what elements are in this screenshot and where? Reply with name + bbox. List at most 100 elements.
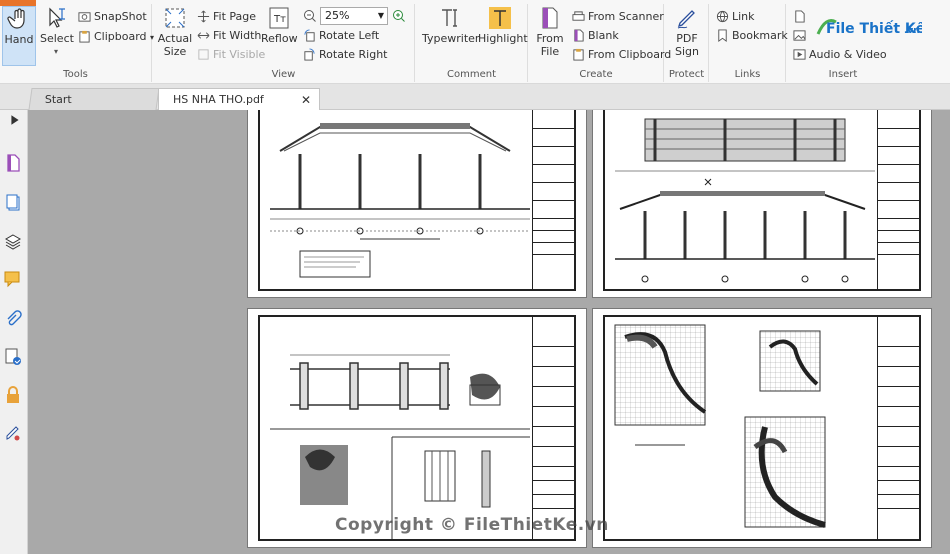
zoom-out-icon[interactable] [303,9,317,23]
fit-page-button[interactable]: Fit Page [197,8,256,25]
image-icon[interactable] [793,29,806,42]
pdf-sign-label-1: PDF [676,32,698,45]
link-button[interactable]: Link [716,8,755,25]
create-group: From File From Scanner Blank From Clipbo… [529,4,671,82]
facade-elevation-drawing [615,118,875,283]
actual-size-label-1: Actual [157,32,193,45]
pages-icon[interactable] [4,194,22,212]
close-icon[interactable]: ✕ [301,89,311,111]
reflow-icon: Tт [269,7,289,29]
from-clipboard-label: From Clipboard [588,48,672,61]
hand-label: Hand [4,33,34,46]
links-group-label: Links [734,69,761,80]
fit-visible-button[interactable]: Fit Visible [197,46,265,63]
expand-arrow-icon[interactable] [9,114,21,126]
snapshot-label: SnapShot [94,10,147,23]
pdf-page-1 [247,110,587,298]
fit-width-label: Fit Width [213,29,262,42]
document-viewport[interactable] [28,110,950,554]
copyright-watermark: Copyright © FileThietKe.vn [335,515,609,535]
fit-width-button[interactable]: Fit Width [197,27,261,44]
rotate-left-icon [304,29,315,42]
pdf-sign-button[interactable]: PDF Sign [669,6,705,58]
hand-button[interactable]: Hand [2,6,36,66]
comment-group: Typewriter Highlight Comment [416,4,528,82]
attachment-paperclip-icon[interactable] [4,310,22,328]
ribbon-toolbar: Hand Select ▾ SnapShot Clipboard ▾ Tools… [0,0,950,84]
select-label: Select [40,32,74,45]
title-block [532,317,574,539]
logo-mark: File Thiết Kế .vn [816,19,926,37]
layers-icon[interactable] [4,232,22,250]
pdf-page-2 [592,110,932,298]
create-group-label: Create [579,69,613,80]
comments-icon[interactable] [4,270,22,288]
from-file-button[interactable]: From File [533,6,567,58]
bookmark-label: Bookmark [732,29,788,42]
fit-visible-label: Fit Visible [213,48,266,61]
rotate-right-button[interactable]: Rotate Right [303,46,387,63]
drawing-sheet [258,110,576,291]
clipboard-button[interactable]: Clipboard ▾ [78,28,154,45]
digital-signature-icon[interactable] [4,348,22,366]
reflow-button[interactable]: Tт Reflow [261,6,298,45]
navigation-sidebar [0,110,28,554]
fit-page-icon [197,10,210,23]
actual-size-label-2: Size [163,45,187,58]
clipboard-label: Clipboard [94,30,147,43]
camera-icon [78,12,91,22]
page-thumbnail-icon[interactable] [4,154,22,172]
pdf-page-3 [247,308,587,548]
logo-suffix: .vn [904,26,920,36]
from-scanner-label: From Scanner [588,10,664,23]
typewriter-button[interactable]: Typewriter [422,6,480,45]
from-file-label-2: File [540,45,560,58]
file-icon [542,7,558,29]
globe-link-icon [716,10,729,23]
chevron-down-icon: ▼ [377,11,384,20]
tab-hs-nha-tho[interactable]: HS NHA THO.pdf ✕ [158,88,320,110]
reflow-label: Reflow [261,32,298,45]
pdf-page-4 [592,308,932,548]
protect-group-label: Protect [668,69,705,80]
title-block [877,317,919,539]
from-clipboard-button[interactable]: From Clipboard [572,46,671,63]
sign-pen-icon[interactable] [4,424,22,442]
rotate-right-icon [304,48,315,61]
snapshot-button[interactable]: SnapShot [78,8,147,25]
actual-size-button[interactable]: Actual Size [157,6,193,58]
view-group: Actual Size Fit Page Fit Width Fit Visib… [153,4,415,82]
fit-page-label: Fit Page [213,10,257,23]
view-group-label: View [271,69,296,80]
protect-group: PDF Sign Protect [665,4,709,82]
drawing-sheet [603,315,921,541]
blank-label: Blank [588,29,619,42]
scanner-icon [572,11,585,21]
clipboard-icon [79,30,90,43]
tools-group: Hand Select ▾ SnapShot Clipboard ▾ Tools [0,4,154,82]
rotate-left-button[interactable]: Rotate Left [303,27,379,44]
lock-icon[interactable] [4,386,22,404]
pen-sign-icon [677,10,695,29]
from-scanner-button[interactable]: From Scanner [572,8,664,25]
comment-group-label: Comment [447,69,496,80]
highlight-button[interactable]: Highlight [478,6,528,45]
title-block [877,110,919,289]
drawing-sheet [258,315,576,541]
links-group: Link Bookmark Links [710,4,788,82]
blank-button[interactable]: Blank [572,27,619,44]
tab-document-label: HS NHA THO.pdf [173,93,264,106]
zoom-in-icon[interactable] [392,9,406,23]
tools-group-label: Tools [63,69,88,80]
audio-video-button[interactable]: Audio & Video [793,46,887,63]
link-label: Link [732,10,755,23]
zoom-select[interactable]: 25% ▼ [320,7,388,25]
typewriter-icon [442,9,457,27]
fit-visible-icon [198,49,209,60]
typewriter-label: Typewriter [422,32,480,45]
attachment-icon[interactable] [793,10,806,23]
select-button[interactable]: Select ▾ [40,6,74,58]
tab-start[interactable]: Start [28,88,160,110]
bookmark-button[interactable]: Bookmark [716,27,788,44]
clipboard-icon [573,48,584,61]
